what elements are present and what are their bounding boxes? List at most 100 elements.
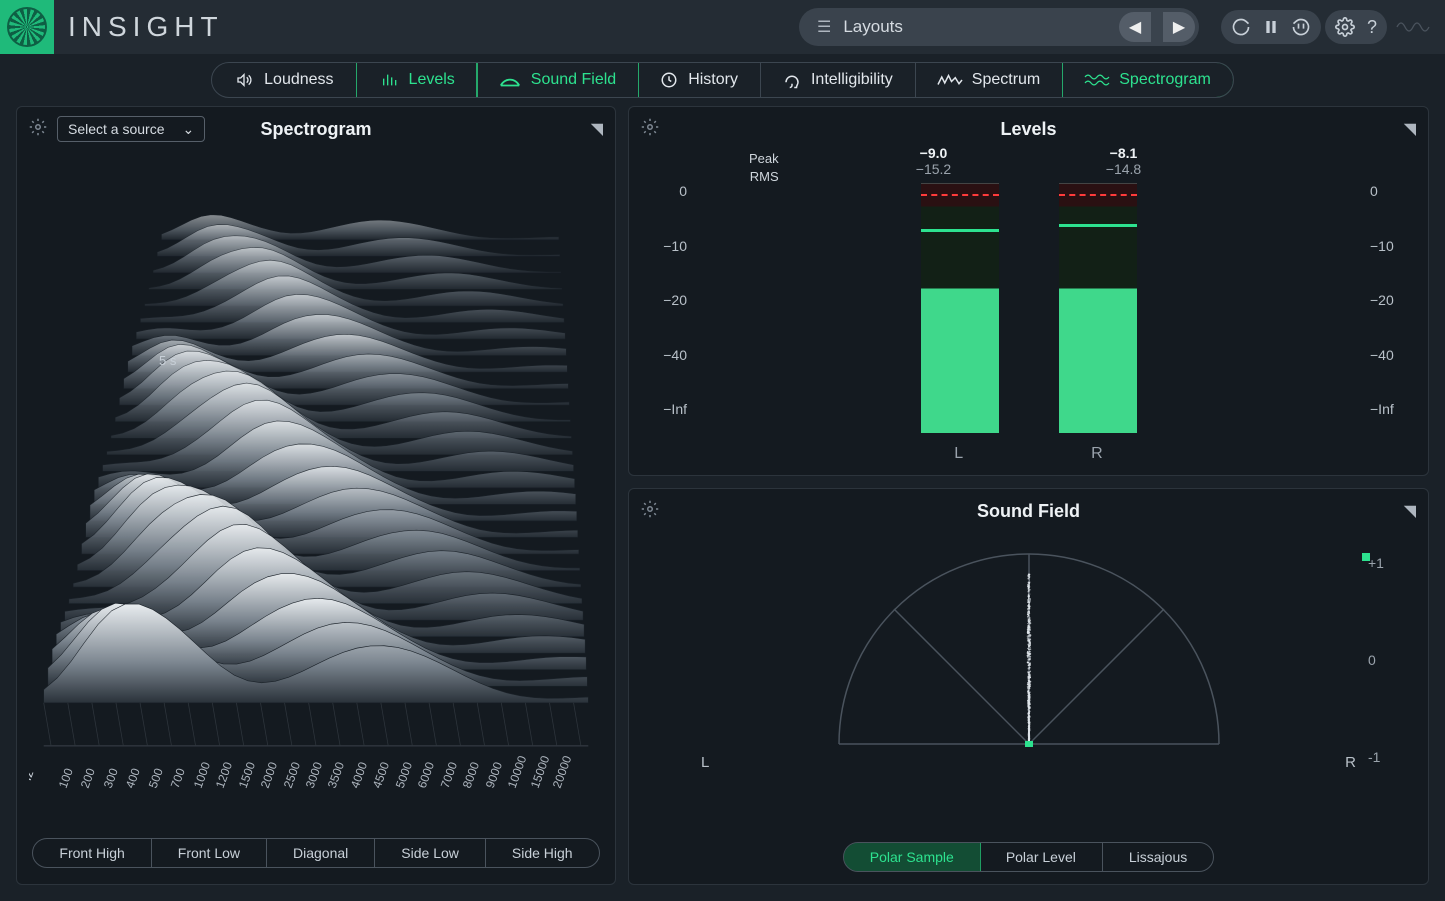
levels-rms-r: −14.8	[1084, 161, 1164, 177]
help-icon[interactable]: ?	[1367, 17, 1377, 38]
intelligibility-icon	[783, 70, 801, 90]
freq-tick: 7000	[438, 760, 460, 790]
module-tabs: LoudnessLevelsSound FieldHistoryIntellig…	[0, 54, 1445, 106]
app-title: INSIGHT	[68, 11, 224, 43]
freq-tick: 6000	[415, 760, 437, 790]
freq-tick: 3500	[325, 760, 347, 790]
db-tick: −Inf	[1370, 401, 1410, 417]
spec-view-front-high[interactable]: Front High	[33, 839, 151, 867]
freq-tick: 400	[123, 766, 143, 790]
db-tick: −Inf	[647, 401, 687, 417]
freq-tick: 300	[100, 766, 120, 790]
loudness-icon	[234, 72, 254, 88]
toolbar-buttons: ?	[1221, 10, 1435, 44]
chevron-down-icon: ⌄	[183, 121, 195, 138]
levels-panel: Levels ◥ Peak RMS −9.0 −15.2 −8.1 −14.8 …	[628, 106, 1429, 476]
sf-right-label: R	[1345, 754, 1356, 771]
preset-prev-button[interactable]: ◀	[1119, 12, 1151, 42]
preset-name: Layouts	[843, 17, 1107, 37]
soundfield-expand-icon[interactable]: ◥	[1404, 501, 1416, 521]
levels-title: Levels	[1000, 119, 1056, 140]
refresh-icon[interactable]	[1231, 17, 1251, 37]
db-tick: −20	[1370, 292, 1410, 308]
freq-tick: 8000	[460, 760, 482, 790]
soundfield-mode-selector: Polar SamplePolar LevelLissajous	[843, 842, 1214, 872]
spectrogram-settings-icon[interactable]	[29, 118, 47, 141]
sf-mode-polar-level[interactable]: Polar Level	[980, 843, 1103, 871]
freq-tick: 2000	[258, 760, 280, 790]
reset-icon[interactable]	[1291, 17, 1311, 37]
channel-l-label: L	[954, 445, 963, 463]
freq-tick: 15000	[528, 754, 553, 790]
time-marker: 5 s	[159, 353, 176, 368]
source-select[interactable]: Select a source ⌄	[57, 116, 205, 142]
spectrogram-icon	[1085, 72, 1109, 88]
spectrogram-expand-icon[interactable]: ◥	[591, 119, 603, 139]
levels-expand-icon[interactable]: ◥	[1404, 119, 1416, 139]
freq-tick: 1500	[235, 760, 257, 790]
levels-icon	[379, 72, 399, 88]
soundfield-panel: Sound Field ◥ +1 0 -1	[628, 488, 1429, 885]
wave-icon[interactable]	[1391, 10, 1435, 44]
spectrogram-title: Spectrogram	[260, 119, 371, 140]
swirl-icon	[7, 7, 47, 47]
freq-tick: 2500	[280, 760, 302, 790]
freq-tick: 100	[55, 766, 75, 790]
freq-tick: 10000	[505, 754, 530, 790]
freq-tick: 9000	[483, 760, 505, 790]
sf-left-label: L	[701, 754, 709, 771]
app-logo	[0, 0, 54, 54]
preset-selector[interactable]: ☰ Layouts ◀ ▶	[799, 8, 1199, 46]
levels-peak-l: −9.0	[894, 145, 974, 161]
correlation-scale: +1 0 -1	[1368, 555, 1398, 765]
freq-tick: 20000	[550, 754, 575, 790]
tab-spectrum[interactable]: Spectrum	[916, 63, 1063, 97]
pause-icon[interactable]	[1263, 19, 1279, 35]
freq-tick: 500	[145, 766, 165, 790]
preset-next-button[interactable]: ▶	[1163, 12, 1195, 42]
spec-view-front-low[interactable]: Front Low	[152, 839, 267, 867]
spec-view-side-low[interactable]: Side Low	[375, 839, 486, 867]
meter-l	[921, 183, 999, 433]
levels-rms-l: −15.2	[894, 161, 974, 177]
freq-tick: 200	[78, 766, 98, 790]
vectorscope-display[interactable]: +1 0 -1 L R	[641, 525, 1416, 836]
levels-meters: 0−10−20−40−Inf 0−10−20−40−Inf	[641, 183, 1416, 441]
spectrogram-view-selector: Front HighFront LowDiagonalSide LowSide …	[32, 838, 599, 868]
levels-settings-icon[interactable]	[641, 118, 659, 141]
frequency-axis: 1002003004005007001000120015002000250030…	[47, 720, 585, 790]
spec-view-side-high[interactable]: Side High	[486, 839, 599, 867]
soundfield-icon	[499, 72, 521, 88]
settings-icon[interactable]	[1335, 17, 1355, 37]
spectrum-icon	[938, 73, 962, 87]
freq-tick: 3000	[303, 760, 325, 790]
tab-intelligibility[interactable]: Intelligibility	[761, 63, 916, 97]
freq-tick: 1200	[213, 760, 235, 790]
sf-mode-lissajous[interactable]: Lissajous	[1103, 843, 1213, 871]
freq-tick: 700	[168, 766, 188, 790]
spectrogram-display[interactable]: 5 s Hz 100200300400500700100012001500200…	[29, 143, 603, 832]
spectrogram-panel: Select a source ⌄ Spectrogram ◥ 5 s	[16, 106, 616, 885]
db-tick: −40	[1370, 347, 1410, 363]
db-tick: −10	[647, 238, 687, 254]
tab-levels[interactable]: Levels	[356, 62, 478, 98]
freq-tick: 5000	[393, 760, 415, 790]
top-bar: INSIGHT ☰ Layouts ◀ ▶ ?	[0, 0, 1445, 54]
tab-soundfield[interactable]: Sound Field	[476, 62, 639, 98]
soundfield-settings-icon[interactable]	[641, 500, 659, 523]
freq-tick: 4500	[370, 760, 392, 790]
db-tick: 0	[1370, 183, 1410, 199]
db-tick: 0	[647, 183, 687, 199]
freq-tick: 1000	[190, 760, 212, 790]
freq-tick: 4000	[348, 760, 370, 790]
db-tick: −40	[647, 347, 687, 363]
list-icon: ☰	[817, 17, 831, 37]
meter-r	[1059, 183, 1137, 433]
soundfield-title: Sound Field	[977, 501, 1080, 522]
channel-r-label: R	[1091, 445, 1103, 463]
spec-view-diagonal[interactable]: Diagonal	[267, 839, 375, 867]
tab-history[interactable]: History	[638, 63, 761, 97]
tab-spectrogram[interactable]: Spectrogram	[1062, 62, 1234, 98]
sf-mode-polar-sample[interactable]: Polar Sample	[843, 842, 981, 872]
tab-loudness[interactable]: Loudness	[212, 63, 356, 97]
